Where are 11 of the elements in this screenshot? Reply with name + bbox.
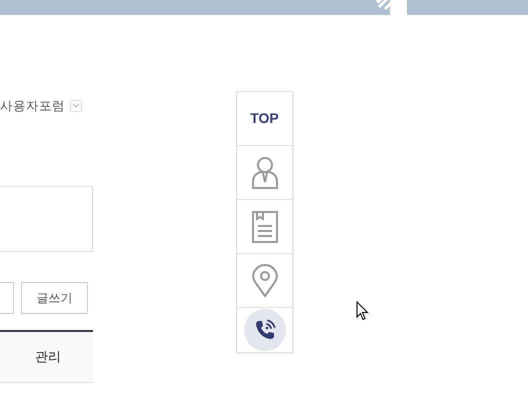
cursor-icon [356,301,369,321]
text-field[interactable] [0,186,93,252]
document-icon [252,210,278,242]
phone-icon [244,309,286,351]
top-button[interactable]: TOP [250,108,279,129]
person-icon [250,156,278,190]
write-button[interactable]: 글쓰기 [21,282,88,314]
dropdown-icon[interactable] [70,100,82,112]
location-pin-icon [252,264,278,298]
forum-menu-label[interactable]: 사용자포럼 [0,96,65,116]
column-header: 관리 [35,348,61,366]
